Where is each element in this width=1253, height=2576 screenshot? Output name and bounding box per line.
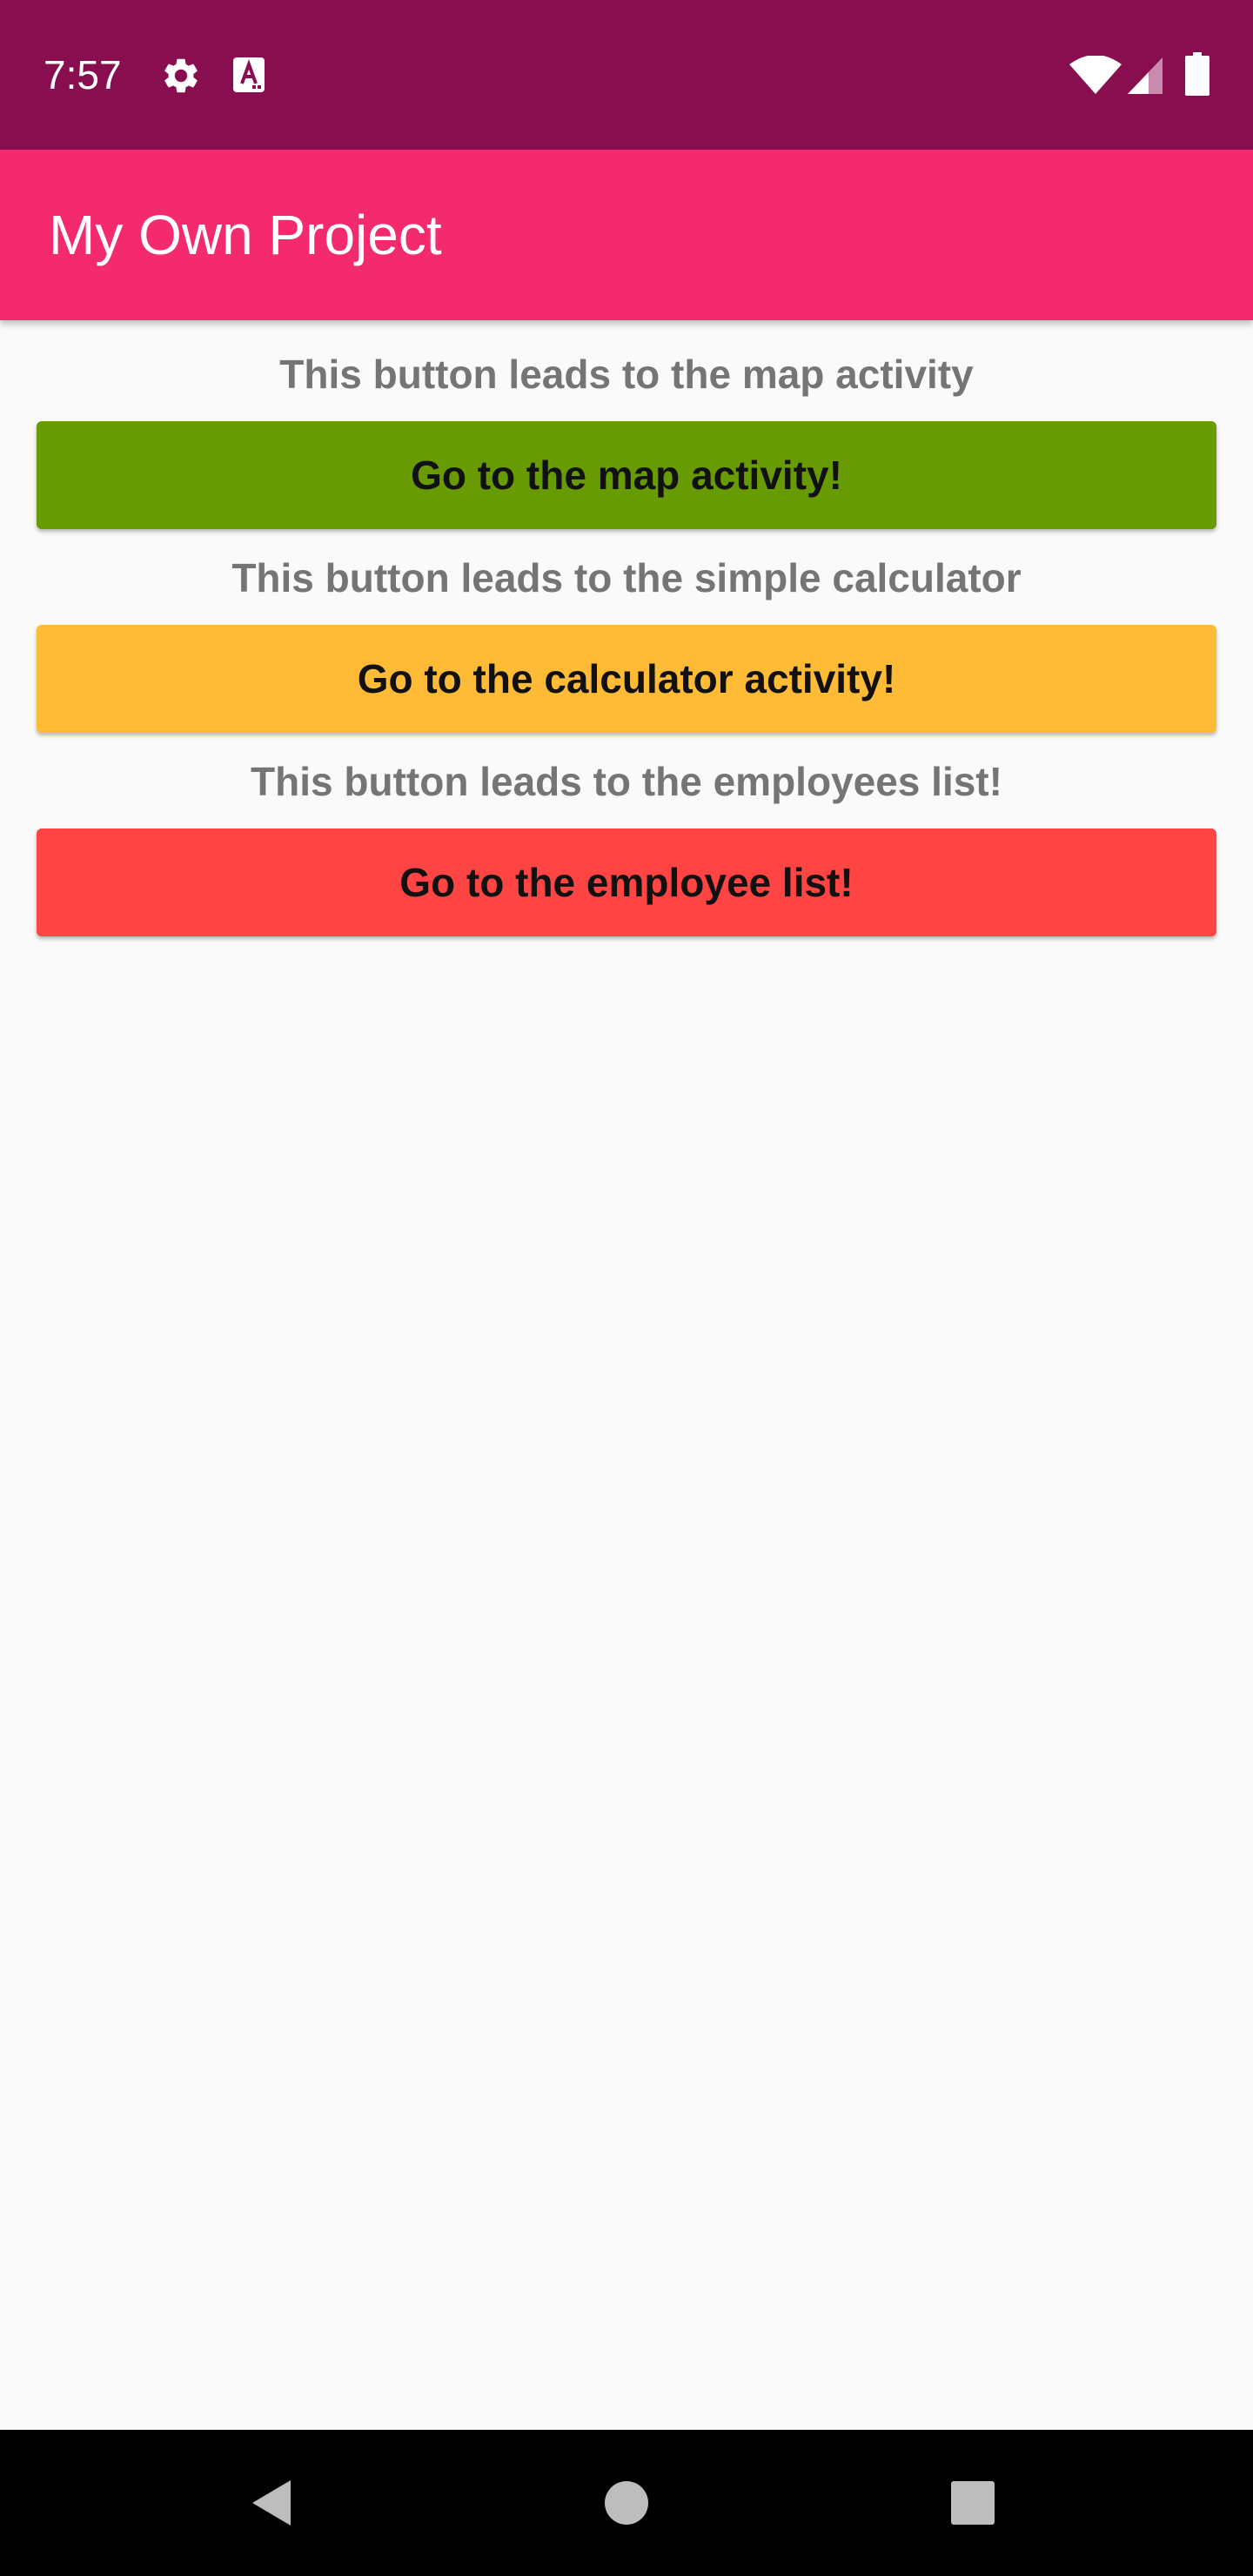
cell-signal-icon bbox=[1128, 57, 1163, 94]
font-icon bbox=[233, 57, 265, 92]
home-icon[interactable] bbox=[602, 2479, 651, 2527]
calculator-activity-button[interactable]: Go to the calculator activity! bbox=[37, 625, 1216, 733]
recents-icon[interactable] bbox=[948, 2479, 997, 2527]
map-caption: This button leads to the map activity bbox=[279, 352, 974, 397]
status-bar: 7:57 bbox=[0, 0, 1253, 150]
android-screen: 7:57 My Own Project This button leads to… bbox=[0, 0, 1253, 2576]
app-bar: My Own Project bbox=[0, 150, 1253, 320]
employee-list-button[interactable]: Go to the employee list! bbox=[37, 828, 1216, 936]
wifi-icon bbox=[1069, 56, 1122, 94]
calculator-caption: This button leads to the simple calculat… bbox=[231, 555, 1022, 600]
status-time: 7:57 bbox=[44, 52, 122, 97]
battery-icon bbox=[1185, 52, 1209, 96]
gear-icon bbox=[164, 58, 198, 93]
navigation-bar bbox=[0, 2430, 1253, 2576]
map-activity-button[interactable]: Go to the map activity! bbox=[37, 421, 1216, 529]
back-icon[interactable] bbox=[245, 2475, 301, 2531]
app-title: My Own Project bbox=[49, 204, 442, 266]
employees-caption: This button leads to the employees list! bbox=[251, 759, 1002, 804]
